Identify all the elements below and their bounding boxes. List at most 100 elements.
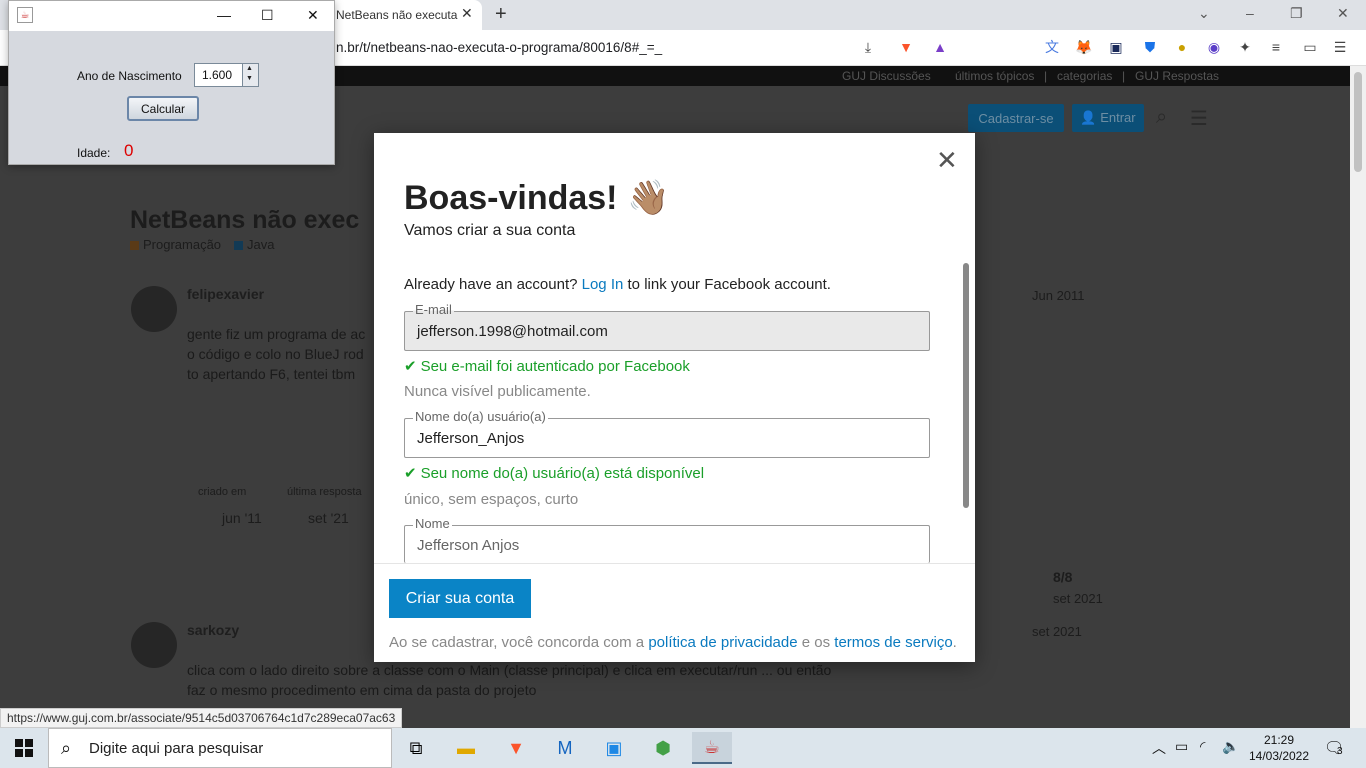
post-author[interactable]: felipexavier bbox=[187, 286, 264, 302]
java-app-body: Ano de Nascimento 1.600 ▲ ▼ Calcular Ida… bbox=[9, 31, 334, 164]
battery-icon[interactable]: ▭ bbox=[1175, 738, 1188, 755]
tray-chevron-icon[interactable]: ︿ bbox=[1152, 738, 1166, 758]
volume-icon[interactable]: 🔈 bbox=[1222, 738, 1239, 755]
start-button[interactable] bbox=[0, 728, 48, 768]
menu-icon[interactable]: ☰ bbox=[1330, 37, 1350, 57]
search-icon[interactable]: ⌕ bbox=[1156, 106, 1167, 129]
topnav-discussions[interactable]: GUJ Discussões bbox=[842, 69, 931, 83]
login-button[interactable]: 👤 Entrar bbox=[1072, 104, 1144, 132]
post-author[interactable]: sarkozy bbox=[187, 622, 239, 638]
spinner-buttons[interactable]: ▲ ▼ bbox=[242, 64, 258, 86]
hamburger-icon[interactable]: ☰ bbox=[1190, 106, 1208, 131]
metamask-icon[interactable]: 🦊 bbox=[1074, 37, 1094, 57]
progress-date: set 2021 bbox=[1053, 591, 1103, 606]
clock-date: 14/03/2022 bbox=[1248, 749, 1310, 763]
close-icon[interactable]: ✕ bbox=[307, 7, 319, 24]
privacy-link[interactable]: política de privacidade bbox=[648, 634, 797, 651]
already-prefix: Already have an account? bbox=[404, 276, 578, 293]
file-explorer-icon[interactable]: ▬ bbox=[446, 732, 486, 764]
search-placeholder[interactable]: Digite aqui para pesquisar bbox=[89, 740, 263, 757]
already-suffix: to link your Facebook account. bbox=[627, 276, 831, 293]
extensions-puzzle-icon[interactable]: ✦ bbox=[1235, 37, 1255, 57]
post-line: to apertando F6, tentei tbm bbox=[187, 366, 356, 382]
brave-shield-icon[interactable]: ▼ bbox=[896, 37, 916, 57]
windows-logo-icon bbox=[15, 739, 33, 757]
avatar[interactable] bbox=[131, 622, 177, 668]
close-window-icon[interactable]: ✕ bbox=[1337, 5, 1349, 22]
calculate-button[interactable]: Calcular bbox=[127, 96, 199, 121]
page-scrollbar[interactable] bbox=[1350, 66, 1366, 728]
download-icon[interactable]: ⤓ bbox=[858, 37, 878, 57]
java-app-window: ☕ — ☐ ✕ Ano de Nascimento 1.600 ▲ ▼ Calc… bbox=[8, 0, 335, 165]
email-value[interactable]: jefferson.1998@hotmail.com bbox=[417, 323, 608, 340]
url-text[interactable]: n.br/t/netbeans-nao-executa-o-programa/8… bbox=[336, 40, 662, 55]
create-account-button[interactable]: Criar sua conta bbox=[389, 579, 531, 618]
wallet-icon[interactable]: ▭ bbox=[1300, 37, 1320, 57]
category-programming[interactable]: Programação bbox=[130, 237, 221, 252]
app-m-icon[interactable]: M bbox=[545, 732, 585, 764]
birth-year-label: Ano de Nascimento bbox=[77, 69, 182, 83]
brave-rewards-icon[interactable]: ▲ bbox=[930, 37, 950, 57]
username-value[interactable]: Jefferson_Anjos bbox=[417, 430, 524, 447]
brave-browser-icon[interactable]: ▼ bbox=[496, 732, 536, 764]
topic-title: NetBeans não exec bbox=[130, 206, 360, 234]
username-ok-text: Seu nome do(a) usuário(a) está disponíve… bbox=[420, 465, 705, 482]
topnav-latest[interactable]: últimos tópicos bbox=[955, 69, 1034, 83]
tab-title[interactable]: NetBeans não executa o programa bbox=[336, 8, 458, 22]
translate-icon[interactable]: 文 bbox=[1042, 37, 1062, 57]
playlist-icon[interactable]: ≡ bbox=[1266, 37, 1286, 57]
extension-bulb-icon[interactable]: ● bbox=[1172, 37, 1192, 57]
wifi-icon[interactable]: ◜ bbox=[1200, 738, 1205, 755]
signup-button[interactable]: Cadastrar-se bbox=[968, 104, 1064, 132]
extension-chat-icon[interactable]: ◉ bbox=[1204, 37, 1224, 57]
extension-icon[interactable]: ▣ bbox=[1106, 37, 1126, 57]
email-ok-message: ✔ Seu e-mail foi autenticado por Facebook bbox=[404, 357, 690, 375]
created-date: jun '11 bbox=[222, 510, 262, 526]
post-date: set 2021 bbox=[1032, 624, 1082, 639]
topnav-separator: | bbox=[1122, 69, 1126, 83]
topnav-separator: | bbox=[1044, 69, 1048, 83]
name-field[interactable]: Nome Jefferson Anjos bbox=[404, 516, 930, 563]
java-app-titlebar[interactable]: ☕ — ☐ ✕ bbox=[9, 1, 334, 31]
modal-scrollbar-thumb[interactable] bbox=[963, 263, 969, 508]
modal-footer: Criar sua conta Ao se cadastrar, você co… bbox=[374, 563, 975, 662]
avatar[interactable] bbox=[131, 286, 177, 332]
restore-icon[interactable]: ❐ bbox=[1290, 5, 1303, 22]
maximize-icon[interactable]: ☐ bbox=[261, 7, 274, 24]
terms-link[interactable]: termos de serviço bbox=[834, 634, 952, 651]
email-field[interactable]: E-mail jefferson.1998@hotmail.com bbox=[404, 302, 930, 351]
java-app-taskbar-icon[interactable]: ☕ bbox=[692, 732, 732, 764]
post-line: o código e colo no BlueJ rod bbox=[187, 346, 364, 362]
name-label: Nome bbox=[413, 516, 452, 531]
spinner-down-icon[interactable]: ▼ bbox=[246, 75, 253, 82]
username-label: Nome do(a) usuário(a) bbox=[413, 409, 548, 424]
app-cube-icon[interactable]: ⬢ bbox=[643, 732, 683, 764]
task-view-icon[interactable]: ⧉ bbox=[396, 732, 436, 764]
modal-scrollbar[interactable] bbox=[960, 261, 972, 563]
page-scrollbar-thumb[interactable] bbox=[1354, 72, 1362, 172]
app-monitor-icon[interactable]: ▣ bbox=[594, 732, 634, 764]
new-tab-button[interactable]: + bbox=[495, 3, 507, 26]
minimize-icon[interactable]: – bbox=[1246, 5, 1254, 21]
login-link[interactable]: Log In bbox=[582, 276, 624, 293]
last-reply-label: última resposta bbox=[287, 486, 362, 498]
name-value[interactable]: Jefferson Anjos bbox=[417, 537, 519, 554]
topnav-answers[interactable]: GUJ Respostas bbox=[1135, 69, 1219, 83]
notification-count: 3 bbox=[1337, 746, 1343, 757]
modal-close-icon[interactable]: ✕ bbox=[936, 145, 958, 176]
topnav-categories[interactable]: categorias bbox=[1057, 69, 1112, 83]
minimize-icon[interactable]: — bbox=[217, 7, 231, 23]
tab-search-icon[interactable]: ⌄ bbox=[1198, 5, 1210, 22]
birth-year-spinner[interactable]: 1.600 ▲ ▼ bbox=[194, 63, 259, 87]
spinner-up-icon[interactable]: ▲ bbox=[246, 65, 253, 72]
username-field[interactable]: Nome do(a) usuário(a) Jefferson_Anjos bbox=[404, 409, 930, 458]
clock[interactable]: 21:29 14/03/2022 bbox=[1240, 732, 1318, 764]
username-ok-message: ✔ Seu nome do(a) usuário(a) está disponív… bbox=[404, 464, 704, 482]
check-icon: ✔ bbox=[404, 465, 417, 482]
taskbar-search[interactable]: ⌕ Digite aqui para pesquisar bbox=[48, 728, 392, 768]
tab-close-icon[interactable]: ✕ bbox=[461, 5, 473, 22]
bitwarden-icon[interactable]: ⛊ bbox=[1140, 37, 1160, 57]
birth-year-value[interactable]: 1.600 bbox=[202, 68, 232, 82]
email-label: E-mail bbox=[413, 302, 454, 317]
category-java[interactable]: Java bbox=[234, 237, 274, 252]
